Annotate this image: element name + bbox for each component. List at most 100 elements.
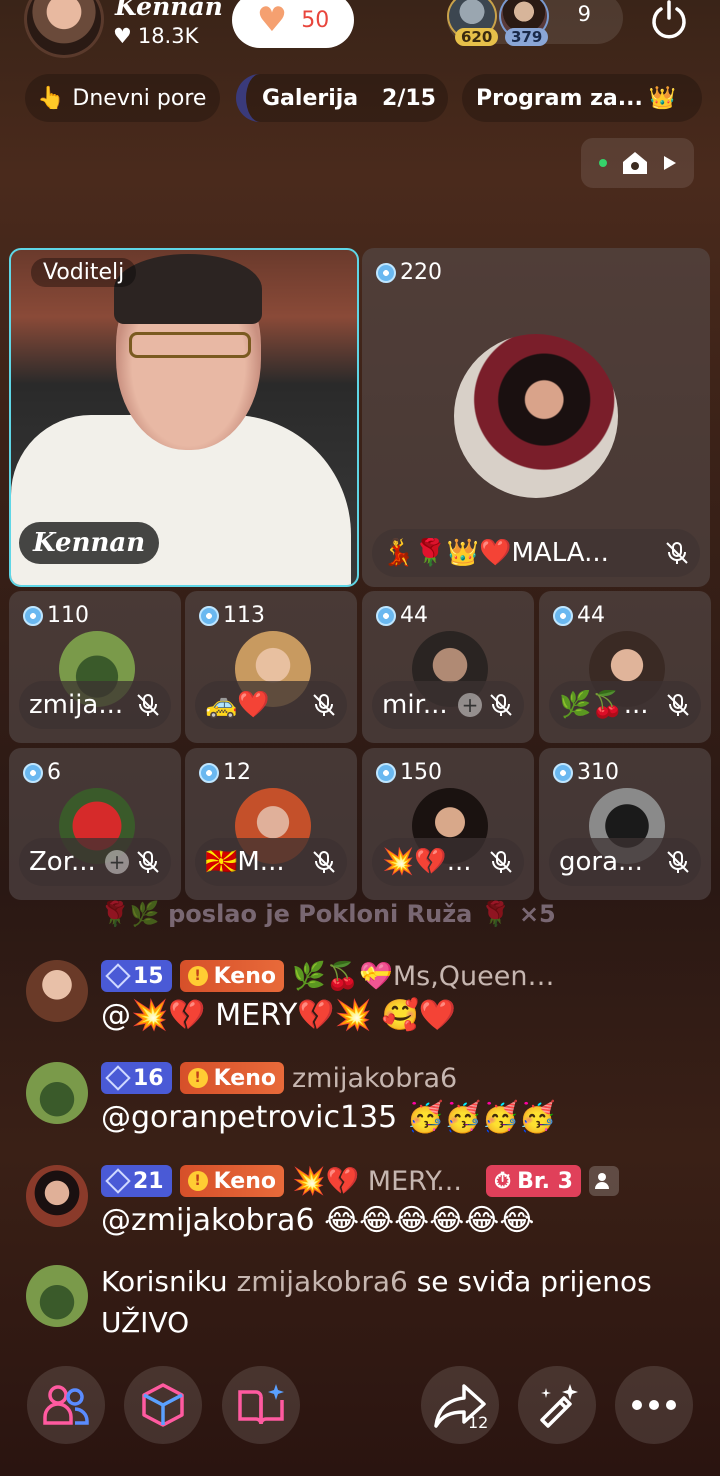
level-badge: 15: [101, 960, 172, 992]
magic-effects-button[interactable]: [518, 1366, 596, 1444]
more-button[interactable]: [615, 1366, 693, 1444]
guest-tile[interactable]: 44 mir... +: [362, 591, 534, 743]
guest-score: 44: [376, 603, 428, 628]
magic-wand-icon: [540, 1384, 578, 1428]
guest-tile[interactable]: 113 🚕❤️: [185, 591, 357, 743]
host-avatar[interactable]: [24, 0, 104, 58]
daily-tasks-pill[interactable]: 👆 Dnevni pore: [25, 74, 220, 122]
guest-name-bar: 🌿🍒...: [549, 681, 701, 729]
top-viewer-1-score: 620: [455, 28, 499, 46]
mic-muted-icon: [137, 851, 159, 873]
gem-icon: [199, 605, 219, 626]
gem-icon: [23, 605, 43, 626]
chat-avatar[interactable]: [26, 1062, 88, 1124]
guest-name-bar: 💃🌹👑❤️MALA...: [372, 529, 700, 577]
host-name[interactable]: Kennan: [115, 0, 223, 21]
chat-text: @zmijakobra6 😂😂😂😂😂😂: [101, 1203, 535, 1238]
chat-username[interactable]: 💥💔 MERY...: [292, 1165, 462, 1197]
guest-tile-main[interactable]: 220 💃🌹👑❤️MALA...: [362, 248, 710, 587]
fan-icon: !: [187, 966, 208, 986]
guest-name-bar: gora...: [549, 838, 701, 886]
guests-button[interactable]: [27, 1366, 105, 1444]
gallery-label: Galerija: [262, 85, 359, 111]
guest-score: 12: [199, 760, 251, 785]
level-badge: 21: [101, 1165, 172, 1197]
share-arrow-icon: 12: [434, 1384, 488, 1430]
guest-name: Zor...: [29, 847, 96, 877]
guest-name: mir...: [382, 690, 448, 720]
daily-tasks-label: Dnevni pore: [72, 85, 207, 111]
cube-icon: [142, 1383, 184, 1427]
mic-muted-icon: [490, 851, 512, 873]
system-text: Korisniku zmijakobra6 se sviđa prijenos …: [101, 1265, 652, 1339]
add-icon[interactable]: +: [458, 693, 482, 717]
guest-tile[interactable]: 110 zmija...: [9, 591, 181, 743]
guest-name-bar: 🇲🇰M...: [195, 838, 347, 886]
rank-badge: ⏱ Br. 3: [485, 1165, 581, 1197]
viewer-count[interactable]: 9: [578, 2, 591, 26]
gem-icon: [23, 762, 43, 783]
chat-avatar[interactable]: [26, 1265, 88, 1327]
guest-tile[interactable]: 44 🌿🍒...: [539, 591, 711, 743]
guest-name-bar: Zor... +: [19, 838, 171, 886]
chat-username[interactable]: zmijakobra6: [292, 1063, 457, 1094]
chat-faded-line: 🌹🌿 poslao je Pokloni Ruža 🌹 ×5: [100, 900, 556, 928]
guest-tile[interactable]: 12 🇲🇰M...: [185, 748, 357, 900]
gem-icon: [199, 762, 219, 783]
guest-tile[interactable]: 6 Zor... +: [9, 748, 181, 900]
follow-heart-button[interactable]: ♥ 50: [232, 0, 354, 48]
program-label: Program za...: [476, 85, 643, 111]
crown-icon: 👑: [648, 85, 677, 111]
guest-name: 💥💔...: [382, 847, 472, 877]
stream-mode-button[interactable]: [581, 138, 694, 188]
program-pill[interactable]: Program za... 👑: [462, 74, 702, 122]
gem-icon: [376, 605, 396, 626]
mic-muted-icon: [137, 694, 159, 716]
top-viewer-2-score: 379: [505, 28, 549, 46]
chat-avatar[interactable]: [26, 1165, 88, 1227]
gem-icon: [376, 762, 396, 783]
fan-club-badge: ! Keno: [179, 1165, 284, 1197]
guest-tile[interactable]: 310 gora...: [539, 748, 711, 900]
top-viewers[interactable]: 620 379 9: [447, 0, 623, 46]
guest-score: 113: [199, 603, 265, 628]
guest-name: 🇲🇰M...: [205, 847, 285, 877]
guest-score: 110: [23, 603, 89, 628]
gallery-pill[interactable]: Galerija 2/15: [236, 74, 448, 122]
host-video-name: Kennan: [19, 522, 160, 564]
gem-icon: [553, 605, 573, 626]
add-friend-icon[interactable]: [588, 1166, 619, 1196]
guest-score: 310: [553, 760, 619, 785]
play-icon: [663, 156, 676, 170]
add-icon[interactable]: +: [105, 850, 129, 874]
diamond-icon: [105, 963, 131, 989]
guest-name: 🌿🍒...: [559, 690, 649, 720]
mic-muted-icon: [666, 542, 688, 564]
gallery-count: 2/15: [382, 85, 436, 111]
host-likes-value: 18.3K: [137, 24, 199, 48]
book-button[interactable]: [222, 1366, 300, 1444]
mic-muted-icon: [490, 694, 512, 716]
guest-tile[interactable]: 150 💥💔...: [362, 748, 534, 900]
share-button[interactable]: 12: [421, 1366, 499, 1444]
heart-icon: ♥: [113, 24, 132, 48]
guest-name: 🚕❤️: [205, 690, 270, 720]
live-dot: [598, 159, 607, 167]
book-sparkle-icon: [238, 1384, 284, 1425]
gift-box-button[interactable]: [124, 1366, 202, 1444]
people-icon: [43, 1385, 89, 1425]
chat-username[interactable]: zmijakobra6: [237, 1265, 408, 1298]
diamond-icon: [105, 1168, 131, 1194]
diamond-icon: [105, 1065, 131, 1091]
host-likes: ♥ 18.3K: [113, 24, 198, 48]
share-count: 12: [468, 1413, 488, 1430]
chat-username[interactable]: 🌿🍒💝Ms,Queen💝...: [292, 960, 572, 992]
more-dots-icon: [632, 1400, 676, 1410]
chat-avatar[interactable]: [26, 960, 88, 1022]
guest-name-bar: 💥💔...: [372, 838, 524, 886]
fan-icon: !: [187, 1068, 208, 1088]
close-stream-button[interactable]: [640, 0, 698, 46]
guest-name: 💃🌹👑❤️MALA...: [382, 538, 609, 568]
host-video-tile[interactable]: Voditelj Kennan: [9, 248, 359, 587]
chat-text: @goranpetrovic135 🥳🥳🥳🥳: [101, 1100, 557, 1135]
